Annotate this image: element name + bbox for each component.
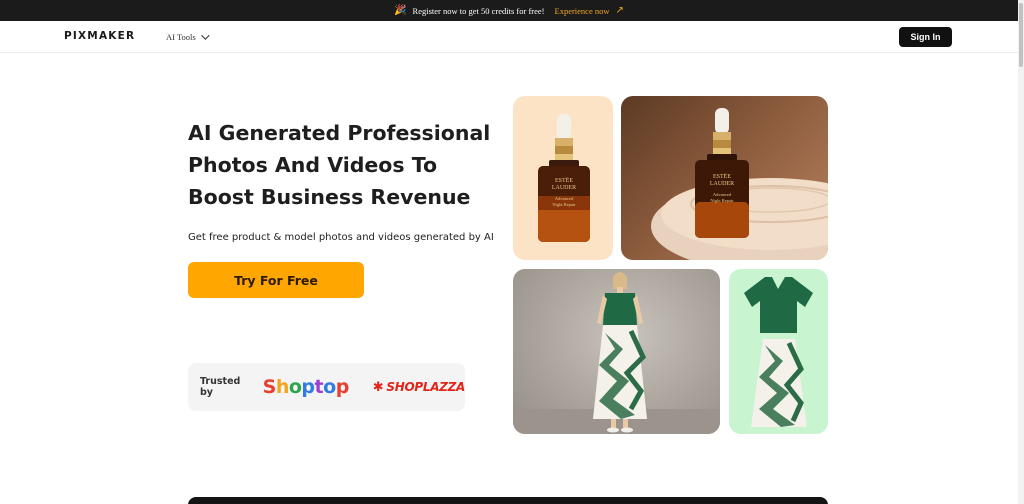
arrow-up-right-icon[interactable]: ↗	[616, 5, 624, 16]
announcement-bar: 🎉 Register now to get 50 credits for fre…	[0, 0, 1018, 21]
ai-tools-label: AI Tools	[166, 32, 196, 42]
svg-text:Night Repair: Night Repair	[552, 202, 576, 207]
top-nav: PIXMAKER AI Tools Sign In	[0, 21, 1018, 53]
next-section-preview	[188, 497, 828, 504]
svg-text:ESTĒE: ESTĒE	[713, 173, 731, 180]
ai-tools-menu[interactable]: AI Tools	[166, 31, 210, 42]
serum-bottle-peach-image: ESTĒE LAUDER Advanced Night Repair	[513, 96, 613, 260]
try-for-free-button[interactable]: Try For Free	[188, 262, 364, 298]
dress-flatlay-image	[729, 269, 828, 434]
announcement-text: Register now to get 50 credits for free!	[412, 5, 545, 16]
serum-bottle-dish-image: ESTĒE LAUDER Advanced Night Repair	[621, 96, 828, 260]
svg-text:Night Repair: Night Repair	[710, 198, 734, 203]
pixmaker-logo[interactable]: PIXMAKER	[64, 30, 135, 42]
hero-title: AI Generated Professional Photos And Vid…	[188, 121, 491, 209]
page-scrollbar[interactable]	[1018, 0, 1024, 504]
hero-subtitle: Get free product & model photos and vide…	[188, 232, 494, 243]
trusted-by-label: Trusted by	[200, 376, 241, 398]
experience-now-link[interactable]: Experience now	[555, 6, 610, 16]
shoptop-logo: Shoptop	[262, 376, 350, 398]
shoplazza-mark-icon: ✱	[372, 379, 384, 395]
svg-text:Advanced: Advanced	[713, 192, 732, 197]
party-popper-icon: 🎉	[394, 5, 407, 16]
shoplazza-logo: ✱ SHOPLAZZA	[372, 379, 466, 395]
svg-text:Advanced: Advanced	[555, 196, 574, 201]
model-dress-image	[513, 269, 720, 434]
svg-text:ESTĒE: ESTĒE	[555, 177, 573, 184]
chevron-down-icon	[200, 31, 210, 40]
svg-text:LAUDER: LAUDER	[552, 185, 576, 191]
svg-text:LAUDER: LAUDER	[710, 181, 734, 187]
trusted-by-panel: Trusted by Shoptop ✱ SHOPLAZZA	[188, 363, 465, 411]
scrollbar-thumb[interactable]	[1019, 3, 1023, 67]
sign-in-button[interactable]: Sign In	[899, 27, 952, 47]
